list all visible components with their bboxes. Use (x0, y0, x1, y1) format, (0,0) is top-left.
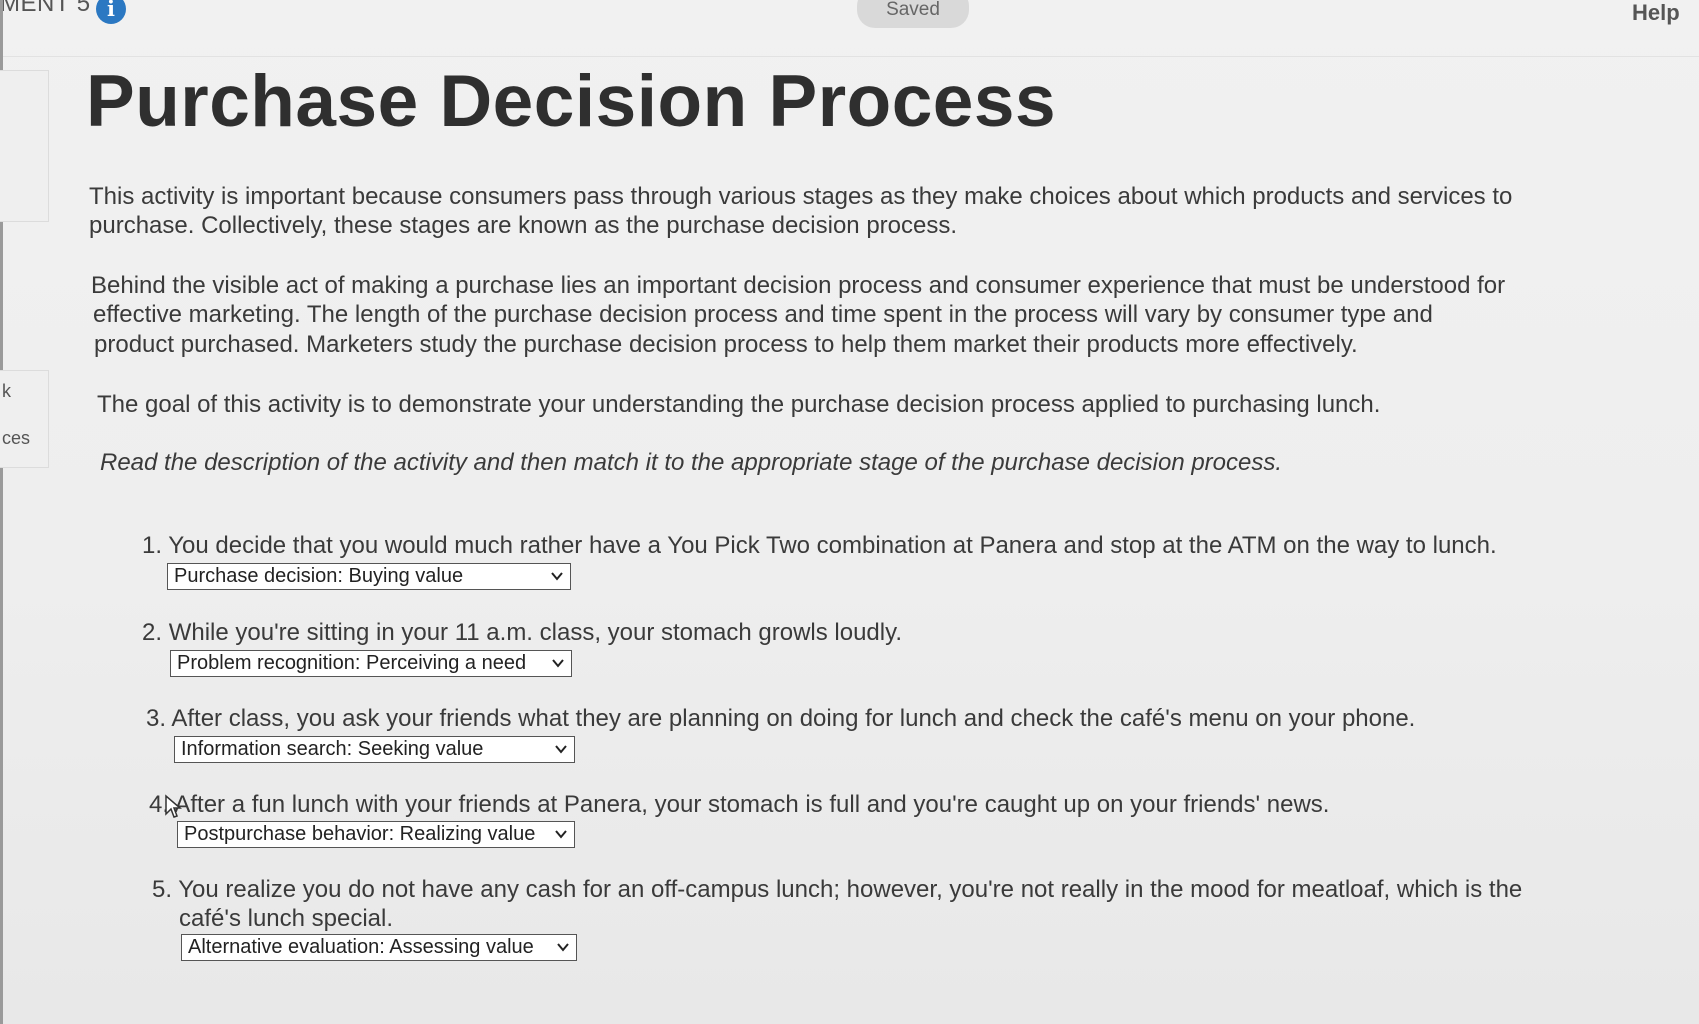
question-2-select[interactable]: Problem recognition: Perceiving a need (170, 650, 572, 677)
question-2-number: 2. (142, 619, 163, 646)
question-2-text: 2. While you're sitting in your 11 a.m. … (142, 618, 902, 647)
question-1-text: 1. You decide that you would much rather… (142, 531, 1497, 560)
chevron-down-icon (552, 659, 564, 668)
question-5-select[interactable]: Alternative evaluation: Assessing value (181, 934, 577, 961)
side-label-ces[interactable]: ces (2, 428, 30, 449)
question-3-number: 3. (146, 705, 167, 732)
intro-paragraph-1-line-2: purchase. Collectively, these stages are… (89, 212, 958, 239)
side-label-k[interactable]: k (2, 381, 11, 402)
header-divider (0, 56, 1699, 57)
question-5-description-line-2: café's lunch special. (179, 905, 394, 932)
intro-paragraph-1-line-1: This activity is important because consu… (89, 183, 1513, 210)
question-1-selected-value: Purchase decision: Buying value (174, 565, 464, 587)
info-icon[interactable]: i (96, 0, 126, 24)
question-2-description: While you're sitting in your 11 a.m. cla… (168, 619, 902, 646)
assignment-label: MENT 5 (0, 0, 91, 17)
intro-paragraph-2-line-3: product purchased. Marketers study the p… (94, 331, 1358, 358)
pointer-cursor-icon (165, 794, 182, 818)
goal-paragraph: The goal of this activity is to demonstr… (97, 391, 1381, 418)
question-4-text: 4. After a fun lunch with your friends a… (149, 790, 1329, 819)
question-3-description: After class, you ask your friends what t… (171, 705, 1416, 732)
question-1-select[interactable]: Purchase decision: Buying value (167, 563, 571, 590)
page-title: Purchase Decision Process (86, 61, 1057, 142)
question-1-number: 1. (142, 532, 163, 559)
chevron-down-icon (557, 943, 569, 952)
question-1-description: You decide that you would much rather ha… (168, 532, 1497, 559)
intro-paragraph-2-line-1: Behind the visible act of making a purch… (91, 272, 1506, 299)
saved-status-badge: Saved (857, 0, 969, 28)
question-5-text-line-1: 5. You realize you do not have any cash … (152, 875, 1522, 904)
chevron-down-icon (551, 572, 563, 581)
question-3-text: 3. After class, you ask your friends wha… (146, 704, 1415, 733)
side-panel-box-top[interactable] (0, 70, 49, 222)
question-4-description: After a fun lunch with your friends at P… (174, 791, 1330, 818)
instructions-text: Read the description of the activity and… (100, 449, 1283, 476)
question-5-selected-value: Alternative evaluation: Assessing value (188, 936, 534, 958)
question-2-selected-value: Problem recognition: Perceiving a need (177, 652, 527, 674)
question-5-description-line-1: You realize you do not have any cash for… (178, 876, 1523, 903)
question-4-select[interactable]: Postpurchase behavior: Realizing value (177, 821, 575, 848)
chevron-down-icon (555, 745, 567, 754)
chevron-down-icon (555, 830, 567, 839)
intro-paragraph-2-line-2: effective marketing. The length of the p… (93, 301, 1433, 328)
question-3-selected-value: Information search: Seeking value (181, 738, 484, 760)
question-5-number: 5. (152, 876, 173, 903)
top-bar: MENT 5 i Saved Help (0, 0, 1699, 56)
question-3-select[interactable]: Information search: Seeking value (174, 736, 575, 763)
help-link[interactable]: Help (1632, 0, 1680, 26)
question-4-selected-value: Postpurchase behavior: Realizing value (184, 823, 536, 845)
